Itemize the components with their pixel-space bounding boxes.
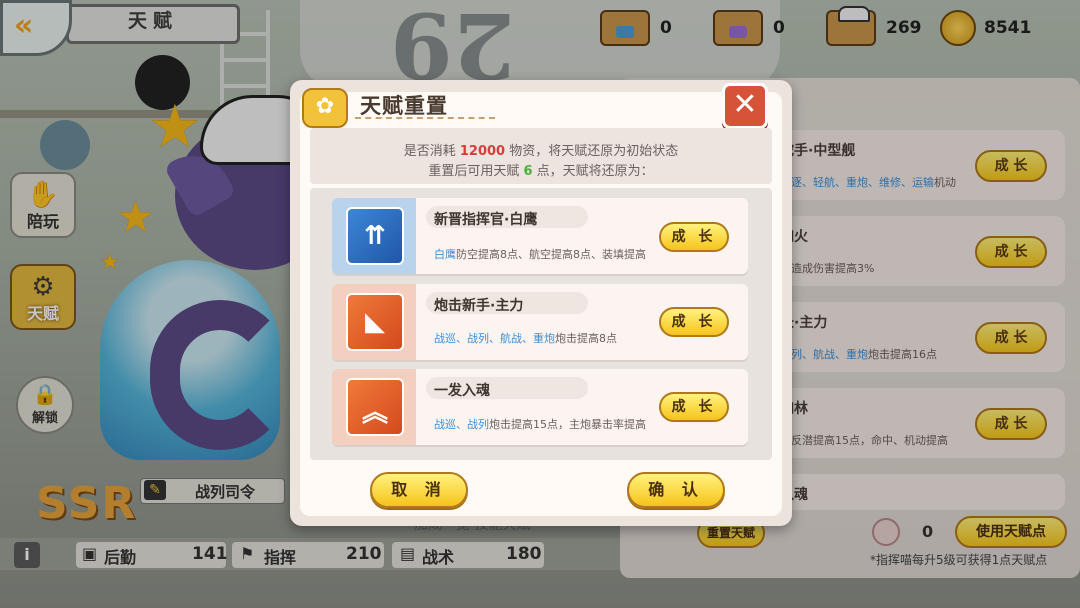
talent-name: 炮击新手·主力 xyxy=(434,298,524,314)
chevron-up-icon: ︽ xyxy=(346,378,404,436)
dialog-title: 天赋重置 xyxy=(360,94,448,118)
dialog-message-line2: 重置后可用天赋 6 点，天赋将还原为： xyxy=(428,164,654,179)
talent-name: 新晋指挥官·白鹰 xyxy=(434,212,538,228)
cost-value: 12000 xyxy=(459,144,506,159)
talent-name: 一发入魂 xyxy=(434,383,490,399)
points-value: 6 xyxy=(523,164,533,179)
dialog-message-line1: 是否消耗 12000 物资，将天赋还原为初始状态 xyxy=(403,144,679,159)
grow-button[interactable]: 成 长 xyxy=(659,222,729,252)
cancel-button[interactable]: 取 消 xyxy=(370,472,468,508)
talent-desc: 战巡、战列炮击提高15点，主炮暴击率提高 xyxy=(434,418,646,431)
talent-desc: 白鹰防空提高8点、航空提高8点、装填提高 xyxy=(434,248,646,261)
cannon-icon: ◣ xyxy=(346,293,404,351)
grow-button[interactable]: 成 长 xyxy=(659,392,729,422)
close-button[interactable]: ✕ xyxy=(722,83,768,129)
double-up-arrow-icon: ⇈ xyxy=(346,207,404,265)
title-underline xyxy=(355,117,495,119)
grow-button[interactable]: 成 长 xyxy=(659,307,729,337)
talent-desc: 战巡、战列、航战、重炮炮击提高8点 xyxy=(434,332,617,345)
confirm-button[interactable]: 确 认 xyxy=(627,472,725,508)
paw-badge-icon xyxy=(302,88,348,128)
